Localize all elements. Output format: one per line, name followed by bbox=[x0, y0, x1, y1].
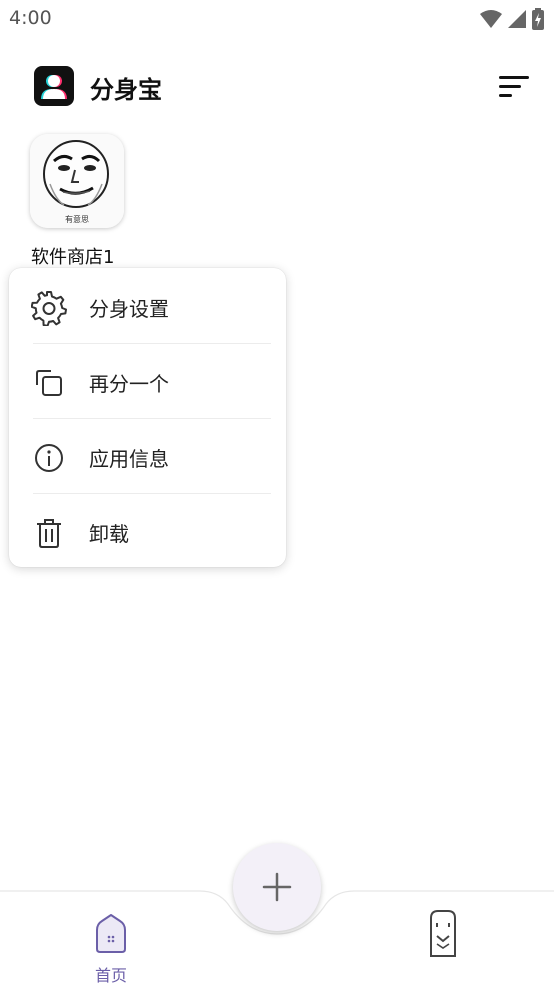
signal-icon bbox=[508, 10, 526, 28]
menu-item-label: 分身设置 bbox=[89, 297, 169, 321]
gear-icon bbox=[31, 291, 67, 326]
plus-icon bbox=[262, 872, 292, 902]
meme-caption: 有意思 bbox=[65, 214, 89, 224]
nav-home-label: 首页 bbox=[94, 966, 127, 985]
app-tile-icon[interactable]: 有意思 bbox=[30, 134, 124, 228]
nav-tab-home[interactable]: 首页 bbox=[80, 908, 142, 985]
app-tile-label: 软件商店1 bbox=[31, 247, 115, 268]
menu-item-clone-settings[interactable]: 分身设置 bbox=[9, 269, 286, 344]
context-menu: 分身设置 再分一个 应用信息 卸载 bbox=[9, 268, 286, 567]
cute-face-icon bbox=[430, 910, 456, 957]
app-bar: 分身宝 bbox=[0, 60, 554, 116]
status-time: 4:00 bbox=[9, 7, 52, 29]
menu-item-app-info[interactable]: 应用信息 bbox=[9, 419, 286, 494]
status-icons bbox=[480, 8, 544, 30]
sort-button[interactable] bbox=[496, 72, 532, 102]
wifi-icon bbox=[480, 10, 502, 28]
app-title: 分身宝 bbox=[90, 76, 162, 104]
sort-icon bbox=[499, 76, 529, 97]
home-icon bbox=[96, 914, 126, 953]
trash-icon bbox=[37, 519, 61, 548]
info-icon bbox=[35, 444, 63, 472]
add-app-button[interactable] bbox=[233, 843, 321, 931]
battery-icon bbox=[532, 8, 544, 30]
menu-item-uninstall[interactable]: 卸载 bbox=[9, 494, 286, 569]
menu-item-label: 卸载 bbox=[89, 522, 129, 546]
menu-item-label: 应用信息 bbox=[89, 447, 169, 471]
menu-item-clone-another[interactable]: 再分一个 bbox=[9, 344, 286, 419]
status-bar: 4:00 bbox=[0, 0, 554, 38]
app-logo bbox=[34, 66, 74, 106]
nav-tab-profile[interactable] bbox=[412, 908, 472, 978]
meme-face-icon: 有意思 bbox=[30, 134, 124, 228]
menu-item-label: 再分一个 bbox=[89, 372, 169, 396]
copy-icon bbox=[36, 370, 62, 396]
